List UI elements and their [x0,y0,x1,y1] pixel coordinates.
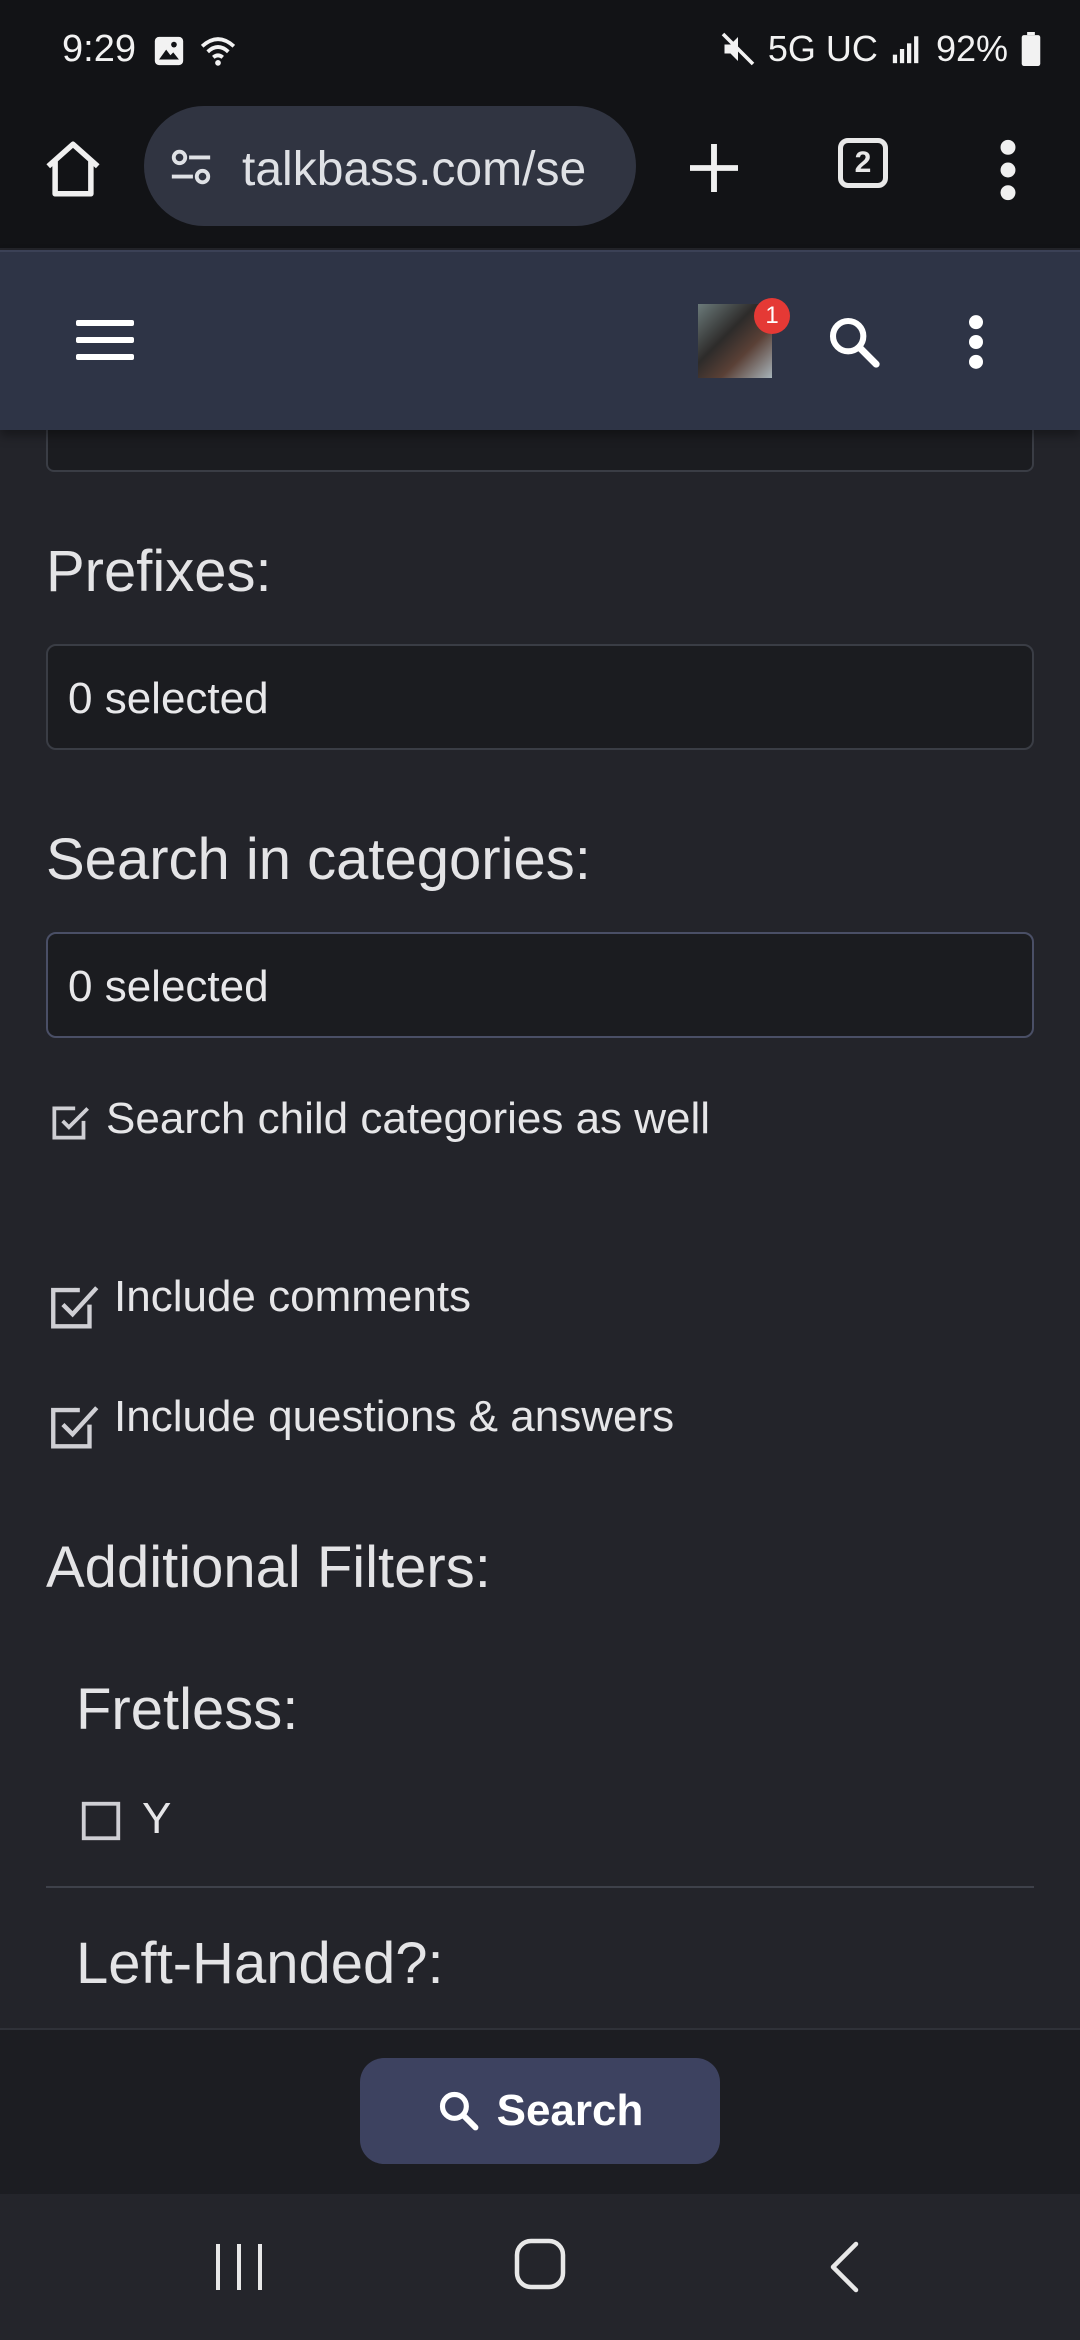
include-comments-label: Include comments [114,1272,472,1321]
hamburger-menu-icon[interactable] [76,318,134,362]
include-qa-label: Include questions & answers [114,1392,675,1441]
status-bar: 9:29 5G UC 92% [0,0,1080,100]
status-time: 9:29 [62,28,136,70]
back-icon[interactable] [826,2240,862,2294]
network-type: 5G UC [767,28,878,69]
site-settings-icon[interactable] [168,144,214,190]
url-text: talkbass.com/se [242,143,587,196]
child-categories-label: Search child categories as well [106,1094,711,1143]
fretless-label: Fretless: [76,1677,299,1742]
wifi-icon [200,37,236,66]
status-right: 5G UC 92% [720,28,1042,70]
bottom-action-bar: Search [0,2028,1080,2196]
more-vert-icon[interactable] [964,314,988,370]
checkbox-checked-icon[interactable] [46,1398,104,1456]
fretless-y-label: Y [142,1794,172,1843]
search-button-label: Search [496,2086,644,2135]
search-button[interactable]: Search [360,2058,720,2164]
home-icon[interactable] [40,136,106,202]
mute-icon [721,32,755,66]
prefixes-value: 0 selected [68,674,269,723]
signal-icon [892,36,919,64]
prefixes-select[interactable]: 0 selected [46,644,1034,750]
categories-value: 0 selected [68,962,269,1011]
fretless-y-checkbox-row[interactable]: Y [78,1794,171,1844]
system-nav-bar [0,2194,1080,2340]
checkbox-checked-icon[interactable] [46,1098,96,1148]
prefixes-label: Prefixes: [46,539,272,604]
checkbox-unchecked-icon[interactable] [78,1798,124,1844]
include-qa-checkbox-row[interactable]: Include questions & answers [46,1392,674,1456]
nav-home-icon[interactable] [514,2238,566,2290]
recents-icon[interactable] [212,2242,266,2292]
gallery-icon [154,36,184,66]
browser-toolbar: talkbass.com/se 2 [0,100,1080,248]
include-comments-checkbox-row[interactable]: Include comments [46,1272,471,1336]
tab-switcher-button[interactable]: 2 [838,138,888,188]
search-form: Prefixes: 0 selected Search in categorie… [0,368,1080,2028]
more-vert-icon[interactable] [996,138,1020,202]
search-icon [439,2091,479,2131]
site-header: 1 [0,250,1080,430]
categories-select[interactable]: 0 selected [46,932,1034,1038]
notification-badge: 1 [754,298,790,334]
address-bar[interactable]: talkbass.com/se [144,106,636,226]
categories-label: Search in categories: [46,827,591,892]
divider [46,1886,1034,1888]
screen: 9:29 5G UC 92% talkbass.com/se 2 1 Prefi… [0,0,1080,2340]
new-tab-icon[interactable] [682,136,746,200]
checkbox-checked-icon[interactable] [46,1278,104,1336]
battery-level: 92% [935,28,1008,69]
search-icon[interactable] [826,314,882,370]
left-handed-label: Left-Handed?: [76,1931,444,1996]
additional-filters-label: Additional Filters: [46,1535,491,1600]
child-categories-checkbox-row[interactable]: Search child categories as well [46,1094,710,1148]
battery-icon [1021,32,1041,66]
